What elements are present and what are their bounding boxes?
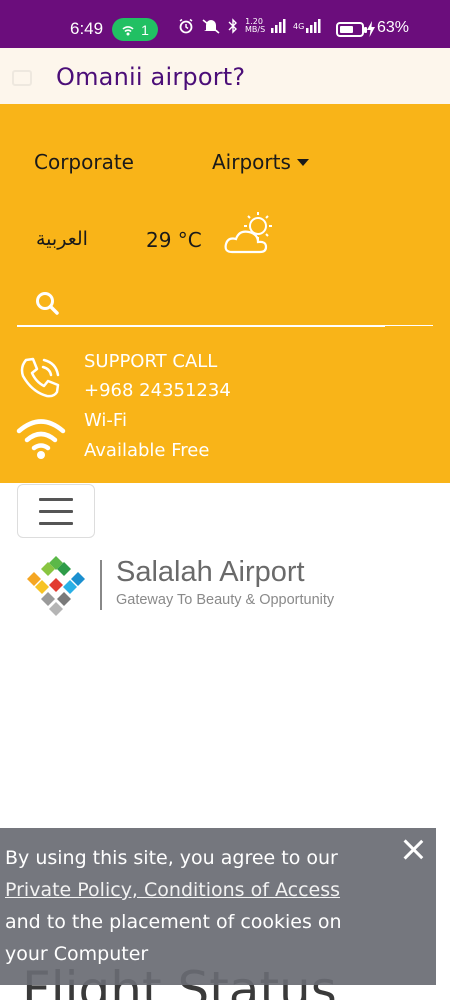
nav-airports-label: Airports (212, 150, 291, 174)
close-icon[interactable] (402, 838, 424, 860)
salalah-airport-logo[interactable]: Salalah Airport Gateway To Beauty & Oppo… (22, 552, 382, 622)
search-query[interactable]: Omanii airport? (56, 63, 245, 91)
wifi-icon (16, 419, 66, 459)
logo-name: Salalah Airport (116, 556, 305, 588)
search-icon[interactable] (34, 290, 60, 316)
cookie-banner: By using this site, you agree to our Pri… (0, 828, 436, 985)
battery-icon (336, 22, 367, 37)
top-info-band: Corporate Airports العربية 29 °C SUPPORT… (0, 104, 450, 483)
battery-percent: 63% (377, 19, 410, 36)
signal-icon (271, 19, 286, 33)
hotspot-indicator: 1 (112, 18, 158, 41)
wifi-label: Wi-Fi (84, 410, 127, 431)
net-speed: 1.20 MB/S (245, 18, 266, 34)
menu-bar (39, 509, 73, 513)
cookie-text: By using this site, you agree to our (5, 847, 338, 869)
menu-bar (39, 521, 73, 525)
logo-tagline: Gateway To Beauty & Opportunity (116, 592, 335, 608)
mute-icon (202, 19, 220, 34)
cookie-policy-links[interactable]: Private Policy, Conditions of Access (5, 879, 340, 901)
temperature: 29 °C (146, 228, 202, 252)
status-icons: 1.20 MB/S 4G (178, 18, 321, 34)
caret-down-icon (296, 158, 309, 166)
site-search-input[interactable] (17, 284, 433, 326)
signal-icon-2 (306, 19, 321, 33)
hotspot-count: 1 (141, 21, 149, 38)
partly-cloudy-icon (224, 212, 272, 254)
alarm-icon (179, 18, 193, 34)
status-time: 6:49 (70, 19, 104, 38)
logo-divider (100, 560, 102, 610)
phone-icon (20, 357, 60, 398)
support-call-label: SUPPORT CALL (84, 351, 218, 372)
status-bar: 6:49 1 1.20 MB/S 4G 63% (0, 0, 450, 48)
charging-icon (367, 21, 375, 37)
search-underline (17, 325, 385, 327)
nav-corporate[interactable]: Corporate (34, 150, 134, 174)
hotspot-icon (122, 25, 134, 35)
language-switch[interactable]: العربية (36, 228, 88, 250)
bluetooth-icon (228, 18, 237, 34)
menu-bar (39, 497, 73, 501)
cookie-text-after: and to the placement of cookies on your … (5, 911, 342, 965)
nav-airports[interactable]: Airports (212, 150, 309, 174)
net-speed-unit: MB/S (245, 25, 266, 34)
network-type: 4G (293, 21, 305, 31)
wifi-status: Available Free (84, 440, 210, 461)
support-call-number[interactable]: +968 24351234 (84, 380, 231, 401)
hamburger-menu-button[interactable] (17, 484, 95, 538)
search-header: Omanii airport? (0, 48, 450, 104)
back-icon (12, 70, 32, 86)
airport-logo-mark-icon (27, 556, 85, 616)
